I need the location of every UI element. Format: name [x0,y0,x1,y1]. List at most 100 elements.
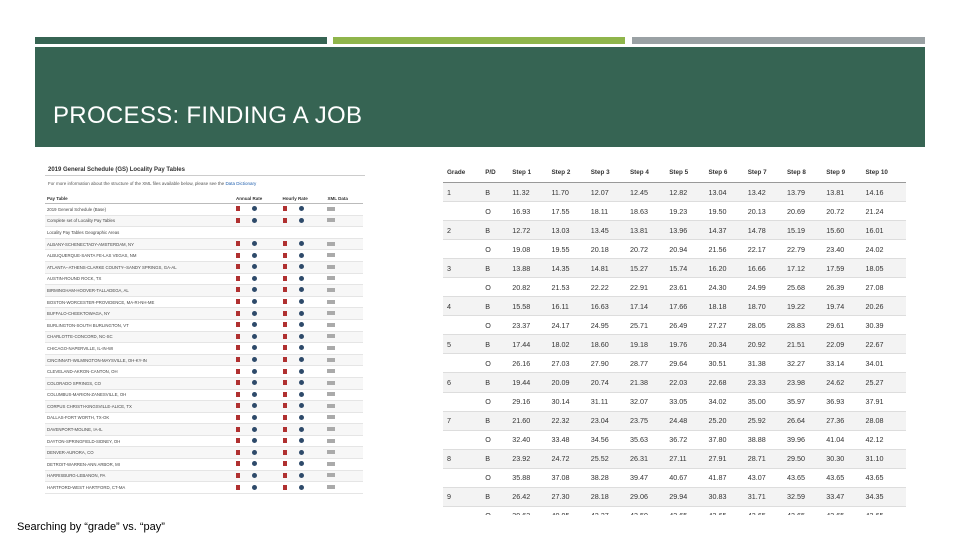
web-page-icon[interactable] [252,275,257,281]
web-page-icon[interactable] [252,484,257,490]
pdf-icon[interactable] [282,472,287,478]
web-page-icon[interactable] [252,357,257,363]
web-page-icon[interactable] [298,310,304,316]
xml-icon[interactable] [327,473,336,478]
web-page-icon[interactable] [298,380,304,386]
pay-table-name-link[interactable]: CORPUS CHRISTI-KINGSVILLE-ALICE, TX [45,400,234,413]
web-page-icon[interactable] [298,414,304,420]
web-page-icon[interactable] [252,299,257,305]
web-page-icon[interactable] [298,484,304,490]
web-page-icon[interactable] [298,322,304,328]
xml-icon[interactable] [327,461,336,466]
pdf-icon[interactable] [282,264,287,270]
pdf-icon[interactable] [282,426,287,432]
pay-table-name-link[interactable]: 2019 General Schedule (Base) [45,203,234,216]
xml-icon[interactable] [327,299,336,304]
web-page-icon[interactable] [252,287,257,293]
xml-icon[interactable] [327,311,336,316]
pay-table-name-link[interactable]: ALBUQUERQUE-SANTA FE-LAS VEGAS, NM [45,249,234,262]
web-page-icon[interactable] [252,368,257,374]
xml-icon[interactable] [327,392,336,397]
pdf-icon[interactable] [236,333,240,339]
pay-table-name-link[interactable]: DETROIT-WARREN-ANN ARBOR, MI [45,458,234,471]
pay-table-name-link[interactable]: ALBANY-SCHENECTADY-AMSTERDAM, NY [45,238,234,251]
web-page-icon[interactable] [298,252,304,258]
pdf-icon[interactable] [236,403,240,409]
pdf-icon[interactable] [236,264,240,270]
pay-table-name-link[interactable]: BURLINGTON-SOUTH BURLINGTON, VT [45,319,234,332]
pdf-icon[interactable] [282,241,287,247]
pdf-icon[interactable] [236,275,240,281]
pdf-icon[interactable] [282,368,287,374]
pdf-icon[interactable] [282,357,287,363]
pdf-icon[interactable] [282,333,287,339]
pay-table-name-link[interactable]: DAYTON-SPRINGFIELD-SIDNEY, OH [45,435,234,448]
pay-table-name-link[interactable]: AUSTIN-ROUND ROCK, TX [45,273,234,286]
web-page-icon[interactable] [252,414,257,420]
pdf-icon[interactable] [236,241,240,247]
pdf-icon[interactable] [236,206,240,212]
pdf-icon[interactable] [236,472,240,478]
pdf-icon[interactable] [236,299,240,305]
web-page-icon[interactable] [252,391,257,397]
web-page-icon[interactable] [298,345,304,351]
web-page-icon[interactable] [252,380,257,386]
pdf-icon[interactable] [236,380,240,386]
web-page-icon[interactable] [298,217,304,223]
pdf-icon[interactable] [282,380,287,386]
pdf-icon[interactable] [282,345,287,351]
web-page-icon[interactable] [298,368,304,374]
web-page-icon[interactable] [298,241,304,247]
xml-icon[interactable] [327,438,336,443]
pdf-icon[interactable] [282,484,287,490]
pdf-icon[interactable] [282,414,287,420]
xml-icon[interactable] [327,380,336,385]
xml-icon[interactable] [327,218,336,223]
web-page-icon[interactable] [298,299,304,305]
pay-table-name-link[interactable]: DAVENPORT-MOLINE, IA-IL [45,423,234,436]
data-dictionary-link[interactable]: Data Dictionary [225,181,256,186]
pdf-icon[interactable] [236,322,240,328]
pay-table-name-link[interactable]: DALLAS-FORT WORTH, TX-OK [45,412,234,425]
xml-icon[interactable] [327,264,336,269]
xml-icon[interactable] [327,253,336,258]
web-page-icon[interactable] [252,206,257,212]
pay-table-name-link[interactable]: HARTFORD-WEST HARTFORD, CT-MA [45,481,234,494]
pay-table-name-link[interactable]: HARRISBURG-LEBANON, PA [45,470,234,483]
pdf-icon[interactable] [236,368,240,374]
pdf-icon[interactable] [236,252,240,258]
pdf-icon[interactable] [282,299,287,305]
xml-icon[interactable] [327,334,336,339]
pdf-icon[interactable] [282,322,287,328]
web-page-icon[interactable] [252,264,257,270]
pdf-icon[interactable] [282,310,287,316]
pdf-icon[interactable] [236,345,240,351]
pay-table-name-link[interactable]: DENVER-AURORA, CO [45,446,234,460]
pdf-icon[interactable] [236,461,240,467]
pdf-icon[interactable] [282,252,287,258]
xml-icon[interactable] [327,241,336,246]
pdf-icon[interactable] [282,275,287,281]
web-page-icon[interactable] [252,252,257,258]
web-page-icon[interactable] [252,345,257,351]
web-page-icon[interactable] [252,403,257,409]
xml-icon[interactable] [327,415,336,420]
web-page-icon[interactable] [252,472,257,478]
pdf-icon[interactable] [236,426,240,432]
pay-table-name-link[interactable]: BIRMINGHAM-HOOVER-TALLADEGA, AL [45,284,234,297]
web-page-icon[interactable] [298,357,304,363]
web-page-icon[interactable] [252,310,257,316]
xml-icon[interactable] [327,357,336,362]
web-page-icon[interactable] [252,438,257,444]
web-page-icon[interactable] [252,426,257,432]
web-page-icon[interactable] [298,206,304,212]
xml-icon[interactable] [327,322,336,327]
xml-icon[interactable] [327,427,336,432]
pdf-icon[interactable] [236,287,240,293]
pay-table-name-link[interactable]: CHARLOTTE-CONCORD, NC-SC [45,331,234,344]
pdf-icon[interactable] [282,217,287,223]
web-page-icon[interactable] [252,333,257,339]
web-page-icon[interactable] [252,322,257,328]
pdf-icon[interactable] [236,217,240,223]
pdf-icon[interactable] [236,438,240,444]
